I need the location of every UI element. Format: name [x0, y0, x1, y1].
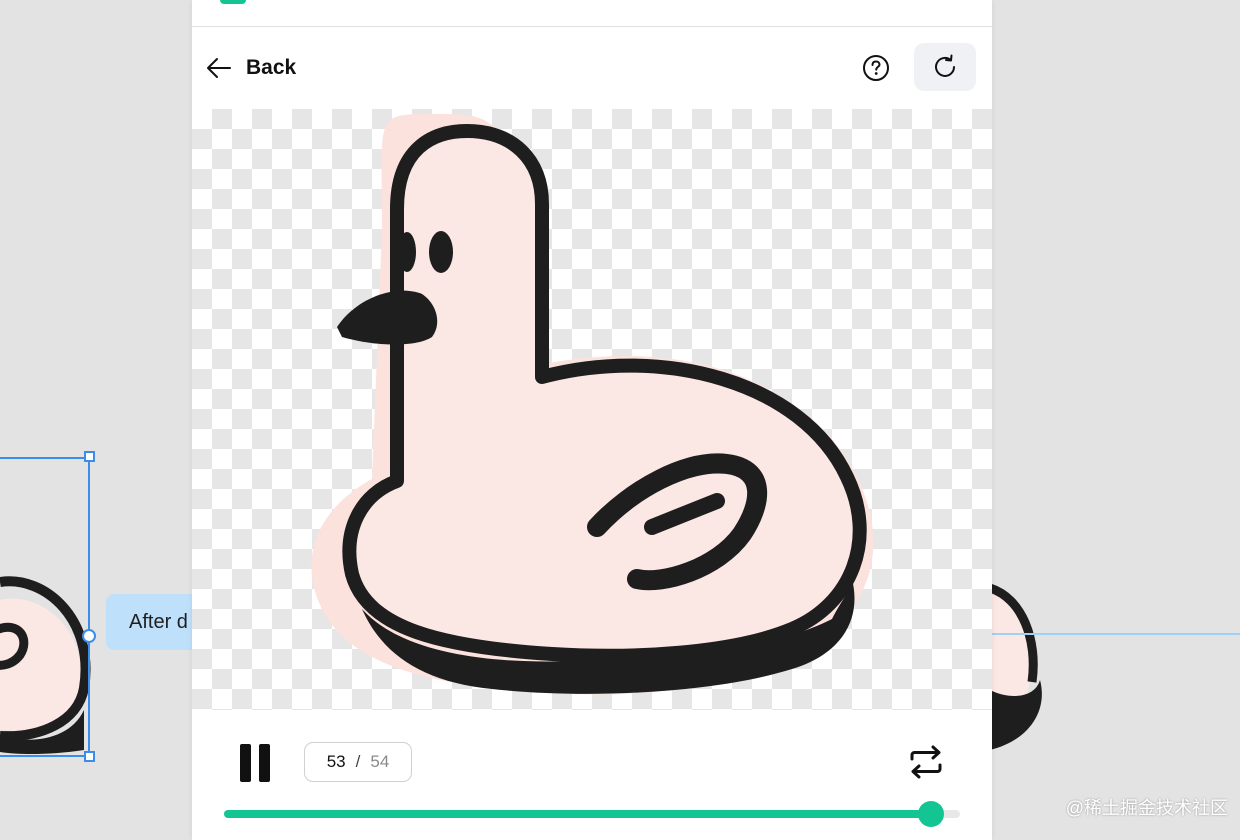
panel-top-strip — [192, 0, 992, 27]
playback-controls: 53 / 54 — [192, 710, 992, 840]
canvas-duck-right — [990, 583, 1042, 750]
animation-preview-panel: Back 53 / 54 — [192, 0, 992, 840]
resize-handle-bottom-right[interactable] — [84, 751, 95, 762]
loop-icon — [910, 745, 942, 779]
duck-illustration — [311, 113, 874, 695]
refresh-icon — [935, 54, 955, 77]
progress-fill — [224, 810, 931, 818]
frame-counter[interactable]: 53 / 54 — [304, 742, 412, 782]
resize-handle-top-right[interactable] — [84, 451, 95, 462]
refresh-button[interactable] — [914, 43, 976, 91]
back-button[interactable]: Back — [206, 47, 296, 89]
total-frames: 54 — [370, 752, 390, 771]
selection-box[interactable] — [0, 457, 90, 757]
pause-icon-bar — [259, 744, 270, 782]
current-frame: 53 — [326, 752, 346, 771]
help-circle-icon — [863, 55, 889, 81]
help-button[interactable] — [860, 52, 892, 84]
loop-button[interactable] — [906, 742, 946, 782]
pause-button[interactable] — [238, 744, 272, 782]
top-accent-bar — [220, 0, 246, 4]
progress-thumb[interactable] — [917, 801, 944, 827]
watermark: @稀土掘金技术社区 — [1065, 798, 1228, 818]
pause-icon — [240, 744, 251, 782]
panel-header: Back — [192, 27, 992, 109]
frame-separator: / — [355, 752, 361, 771]
alignment-guide — [990, 633, 1240, 635]
progress-slider[interactable] — [224, 801, 960, 827]
animation-preview — [192, 109, 992, 710]
anchor-handle[interactable] — [82, 629, 96, 643]
arrow-left-icon — [207, 58, 231, 78]
back-label: Back — [246, 56, 297, 79]
